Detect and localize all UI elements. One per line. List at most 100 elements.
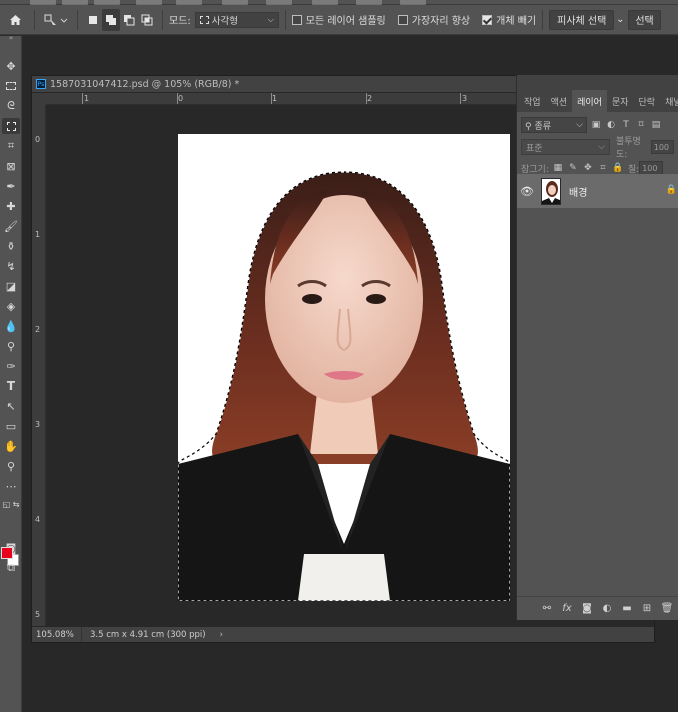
- new-selection-icon[interactable]: [84, 9, 102, 31]
- blend-mode-select[interactable]: 표준 ⌵: [521, 139, 610, 155]
- mode-select[interactable]: 사각형 ⌵: [194, 11, 279, 28]
- object-subtract-label: 개체 빼기: [496, 16, 537, 27]
- sample-all-layers-label: 모든 레이어 샘플링: [305, 16, 386, 27]
- select-subject-button[interactable]: 피사체 선택: [549, 9, 615, 30]
- subject-dropdown-icon[interactable]: ⌄: [614, 9, 626, 31]
- layer-name[interactable]: 배경: [569, 184, 587, 199]
- ruler-h-label: 0: [178, 94, 184, 103]
- lasso-tool-icon[interactable]: ᘓ: [2, 98, 20, 114]
- status-bar: 105.08% 3.5 cm x 4.91 cm (300 ppi) ›: [32, 627, 654, 642]
- portrait-photo[interactable]: [178, 134, 510, 601]
- tab-paragraph[interactable]: 단락: [634, 90, 661, 112]
- dodge-tool-icon[interactable]: ⚲: [2, 338, 20, 354]
- chevron-down-icon: ⌵: [267, 14, 274, 24]
- object-subtract-checkbox[interactable]: [482, 14, 493, 25]
- brush-tool-icon[interactable]: 🖌: [2, 218, 20, 234]
- lock-position-icon[interactable]: ✥: [582, 163, 594, 173]
- eraser-tool-icon[interactable]: ◪: [2, 278, 20, 294]
- crop-tool-icon[interactable]: ⌗: [2, 138, 20, 154]
- object-selection-tool-icon[interactable]: [2, 118, 20, 134]
- history-brush-tool-icon[interactable]: ↯: [2, 258, 20, 274]
- subtract-selection-icon[interactable]: [120, 9, 138, 31]
- add-to-selection-icon[interactable]: [102, 8, 120, 31]
- new-layer-icon[interactable]: ⊞: [637, 603, 657, 614]
- pixel-filter-icon[interactable]: ▣: [590, 120, 602, 130]
- lock-label: 잠그기:: [521, 164, 549, 175]
- panel-tabs: 작업 액션 레이어 문자 단락 채널: [517, 75, 678, 112]
- ruler-h-label: 3: [462, 94, 468, 103]
- add-mask-icon[interactable]: ◙: [577, 603, 597, 614]
- delete-layer-icon[interactable]: 🗑: [657, 603, 677, 614]
- tools-panel: » ✥ ᘓ ⌗ ⊠ ✒ ✚ 🖌 ⚱ ↯ ◪ ◈ 💧 ⚲ ✑ T ↖ ▭ ✋ ⚲ …: [0, 34, 22, 712]
- clone-stamp-tool-icon[interactable]: ⚱: [2, 238, 20, 254]
- layer-thumbnail: [541, 177, 561, 205]
- layers-panel: 작업 액션 레이어 문자 단락 채널 ⚲ 종류 ⌵ ▣ ◐ T ⌑ ▤ 표준 ⌵ …: [516, 75, 678, 620]
- blur-tool-icon[interactable]: 💧: [2, 318, 20, 334]
- tab-actions[interactable]: 액션: [546, 90, 573, 112]
- select-and-mask-button[interactable]: 선택: [628, 9, 661, 30]
- intersect-selection-icon[interactable]: [138, 9, 156, 31]
- vertical-ruler[interactable]: 0 1 2 3 4 5: [32, 105, 46, 626]
- tab-work[interactable]: 작업: [519, 90, 546, 112]
- paint-bucket-tool-icon[interactable]: ◈: [2, 298, 20, 314]
- smart-object-filter-icon[interactable]: ▤: [650, 120, 662, 130]
- zoom-tool-icon[interactable]: ⚲: [2, 458, 20, 474]
- lock-all-icon[interactable]: 🔒: [612, 163, 624, 173]
- move-tool-icon[interactable]: ✥: [2, 58, 20, 74]
- options-bar: 모드: 사각형 ⌵ 모든 레이어 샘플링 가장자리 향상 개체 빼기 피사체 선…: [0, 5, 678, 35]
- frame-tool-icon[interactable]: ⊠: [2, 158, 20, 174]
- tab-character[interactable]: 문자: [607, 90, 634, 112]
- status-menu-arrow[interactable]: ›: [220, 630, 223, 640]
- lock-image-icon[interactable]: ✎: [567, 163, 579, 173]
- pen-tool-icon[interactable]: ✑: [2, 358, 20, 374]
- divider: [77, 9, 78, 30]
- layers-panel-footer: ⚯ fx ◙ ◐ ▬ ⊞ 🗑: [517, 596, 678, 620]
- lock-transparent-icon[interactable]: ▦: [552, 163, 564, 173]
- eyedropper-tool-icon[interactable]: ✒: [2, 178, 20, 194]
- divider: [542, 9, 544, 30]
- tab-layers[interactable]: 레이어: [572, 90, 607, 112]
- adjustment-layer-icon[interactable]: ◐: [597, 603, 617, 614]
- type-filter-icon[interactable]: T: [620, 120, 632, 130]
- hand-tool-icon[interactable]: ✋: [2, 438, 20, 454]
- lock-icon: 🔒: [665, 185, 677, 195]
- chevron-down-icon: ⌵: [598, 142, 605, 152]
- divider: [162, 9, 163, 30]
- foreground-color-swatch[interactable]: [1, 547, 13, 559]
- shape-filter-icon[interactable]: ⌑: [635, 120, 647, 130]
- layer-style-icon[interactable]: fx: [557, 603, 577, 614]
- rectangle-tool-icon[interactable]: ▭: [2, 418, 20, 434]
- default-colors-icon[interactable]: ◱ ⇆: [2, 496, 20, 512]
- screen-mode-icon[interactable]: ⧉: [2, 560, 20, 576]
- marquee-tool-icon[interactable]: [2, 78, 20, 94]
- healing-brush-tool-icon[interactable]: ✚: [2, 198, 20, 214]
- link-layers-icon[interactable]: ⚯: [537, 603, 557, 614]
- enhance-edge-label: 가장자리 향상: [411, 16, 471, 27]
- ruler-corner: [32, 93, 46, 105]
- layer-kind-filter[interactable]: ⚲ 종류 ⌵: [521, 117, 587, 133]
- new-group-icon[interactable]: ▬: [617, 603, 637, 614]
- tool-preset-picker[interactable]: [41, 9, 71, 31]
- layer-filter-row: ⚲ 종류 ⌵ ▣ ◐ T ⌑ ▤: [517, 114, 678, 136]
- ruler-v-label: 2: [35, 325, 41, 334]
- opacity-field[interactable]: 100: [650, 140, 674, 154]
- path-selection-tool-icon[interactable]: ↖: [2, 398, 20, 414]
- type-tool-icon[interactable]: T: [2, 378, 20, 394]
- adjustment-filter-icon[interactable]: ◐: [605, 120, 617, 130]
- ruler-h-label: 1: [84, 94, 90, 103]
- enhance-edge-checkbox[interactable]: [397, 14, 408, 25]
- panel-collapse-icon[interactable]: »: [2, 34, 20, 42]
- ruler-v-label: 1: [35, 230, 41, 239]
- fill-field[interactable]: 100: [639, 161, 664, 175]
- ps-file-icon: Ps: [36, 79, 46, 89]
- home-icon[interactable]: [2, 9, 28, 31]
- lock-artboard-icon[interactable]: ⌗: [597, 163, 609, 173]
- zoom-level-field[interactable]: 105.08%: [32, 627, 82, 642]
- visibility-eye-icon[interactable]: 👁: [517, 185, 537, 198]
- layer-row[interactable]: 👁 배경 🔒: [517, 174, 678, 208]
- tab-channels[interactable]: 채널: [660, 90, 678, 112]
- edit-toolbar-icon[interactable]: ⋯: [2, 478, 20, 494]
- chevron-down-icon: ⌵: [576, 120, 583, 130]
- sample-all-layers-checkbox[interactable]: [291, 14, 302, 25]
- opacity-label: 불투명도:: [615, 137, 641, 160]
